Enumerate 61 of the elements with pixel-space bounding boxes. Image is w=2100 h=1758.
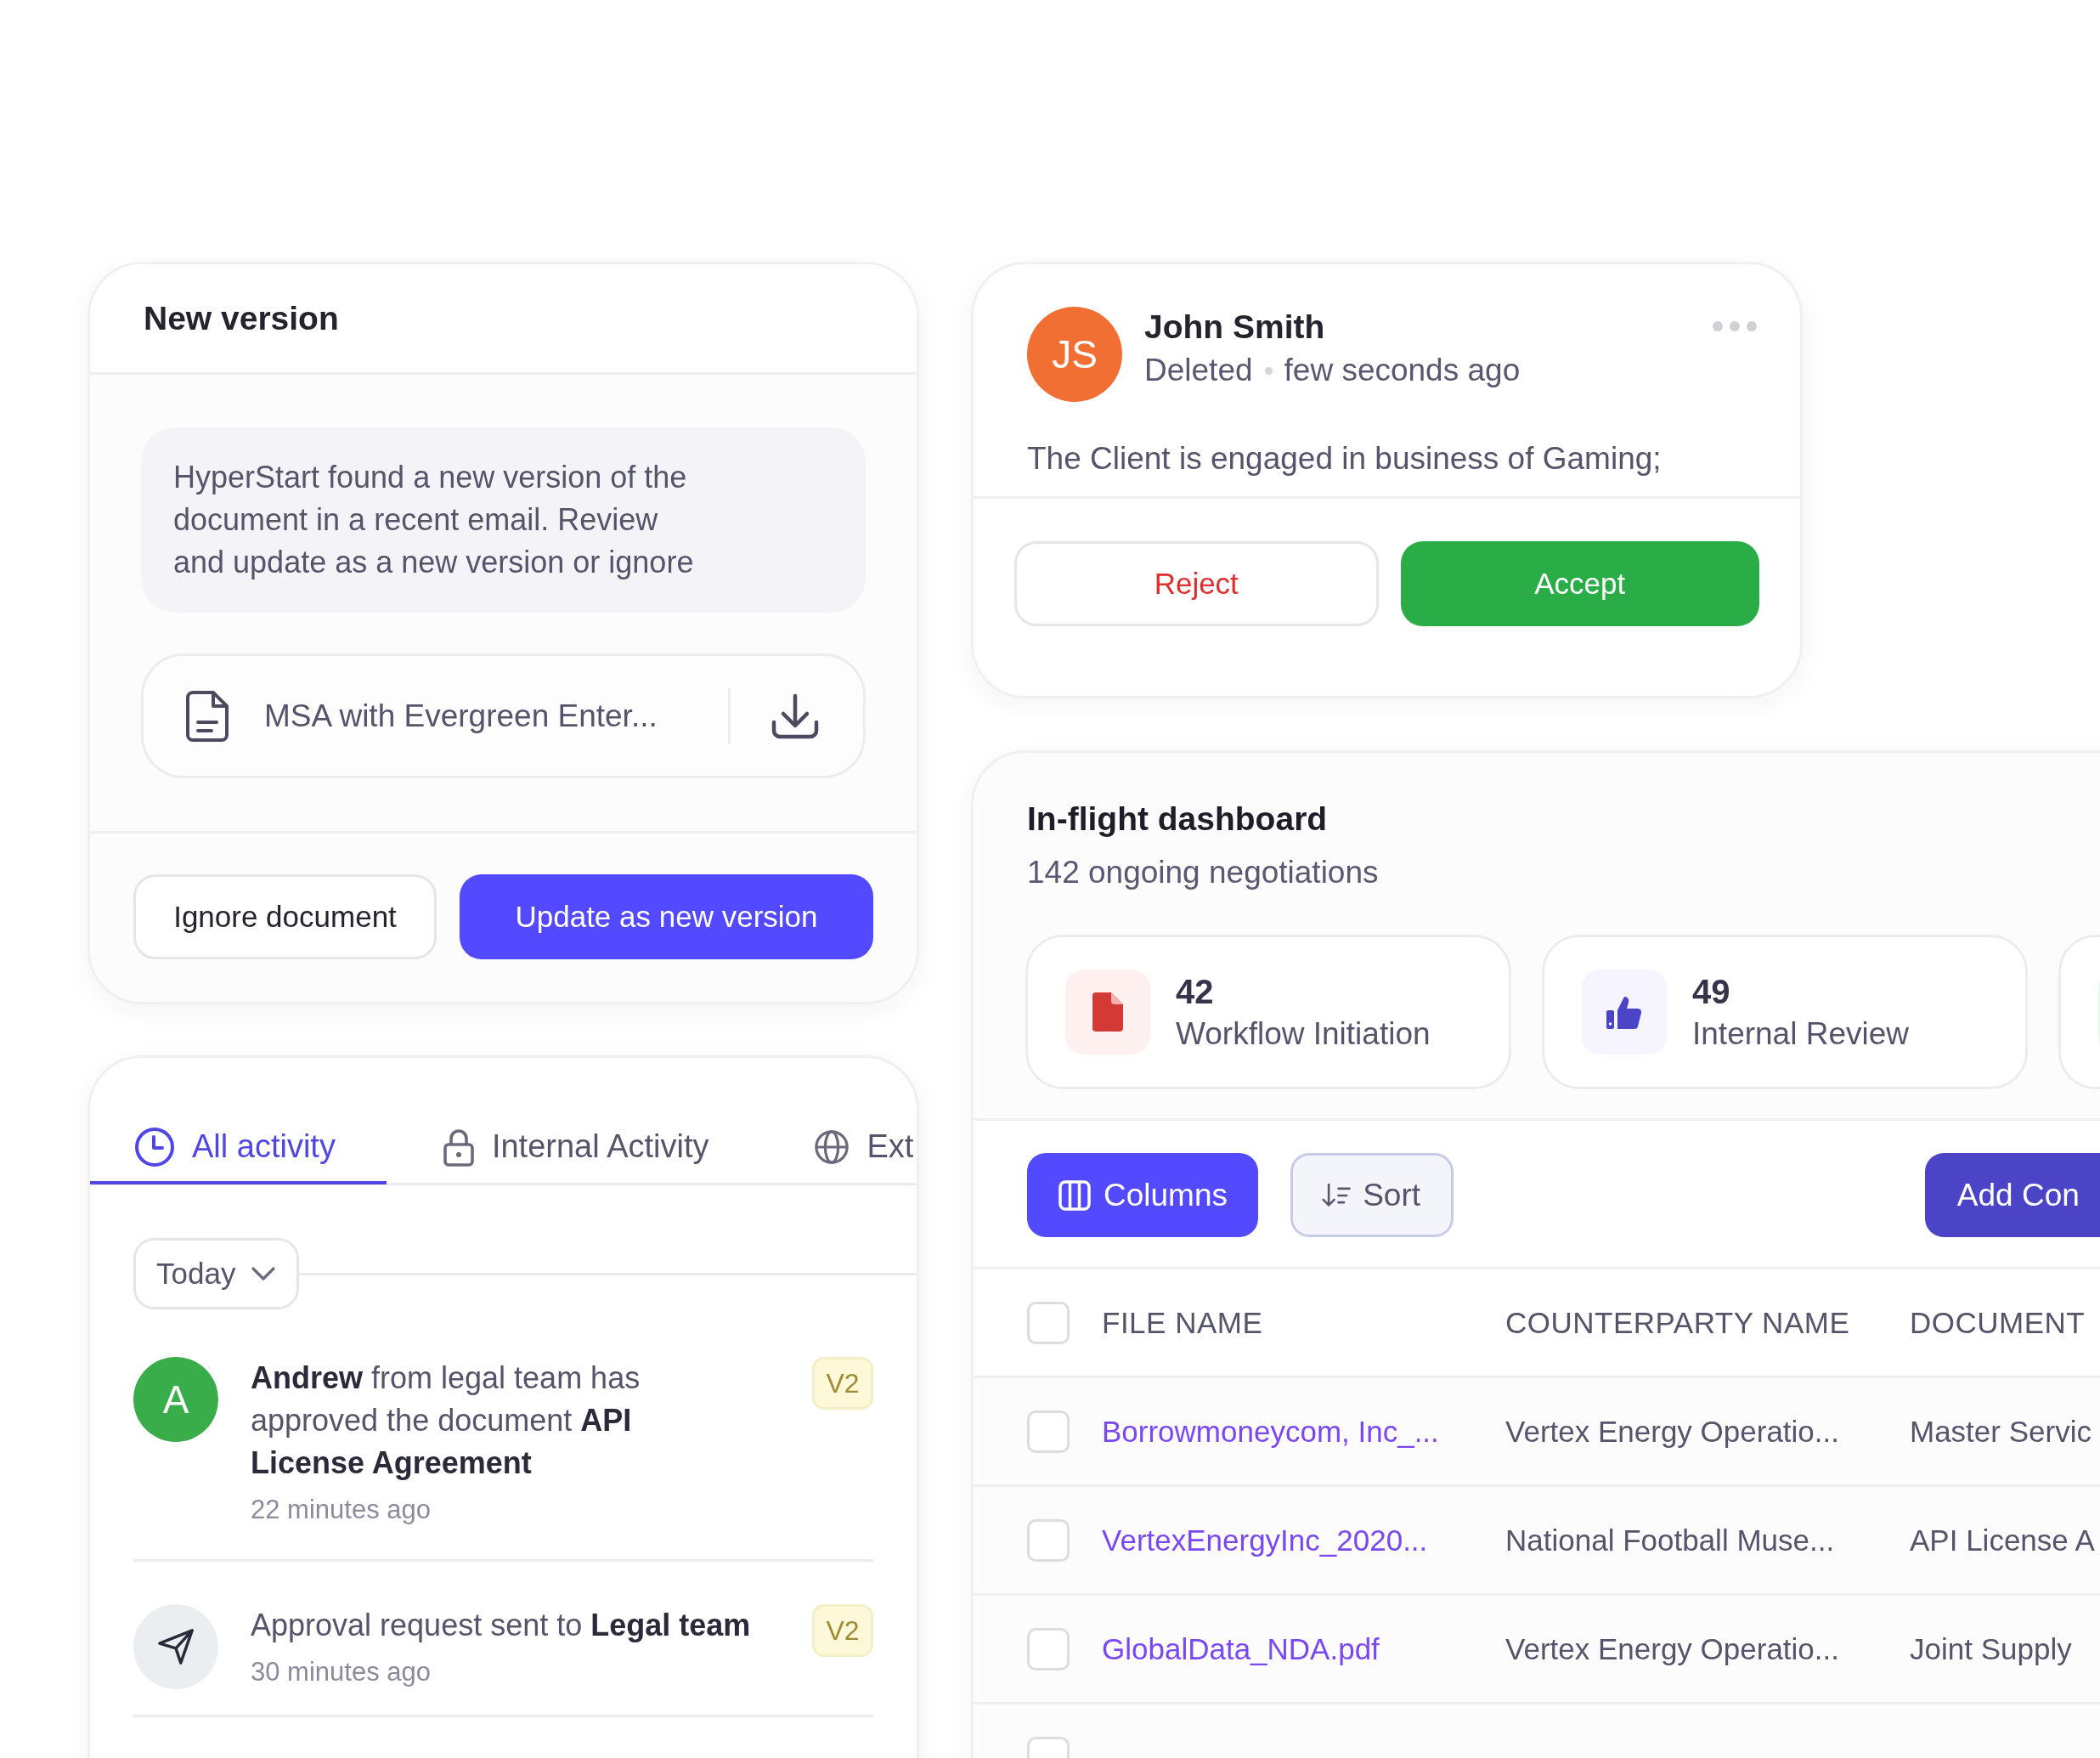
add-button[interactable]: Add Con xyxy=(1924,1153,2100,1237)
column-header[interactable]: FILE NAME xyxy=(1102,1305,1473,1340)
table-cell-text: API License A xyxy=(1910,1523,2096,1557)
stat-card[interactable]: 49 Internal Review xyxy=(1542,935,2028,1089)
columns-button[interactable]: Columns xyxy=(1027,1153,1258,1237)
table-cell-text: Vertex Energy Operatio... xyxy=(1505,1631,1840,1666)
document-icon xyxy=(1065,969,1150,1054)
row-checkbox[interactable] xyxy=(1027,1627,1070,1670)
avatar: A xyxy=(133,1357,218,1442)
stat-label: Internal Review xyxy=(1692,1015,1909,1052)
dashboard-title: In-flight dashboard xyxy=(1027,800,1329,838)
stat-card[interactable]: 42 Workflow Initiation xyxy=(1025,935,1511,1089)
clock-icon xyxy=(134,1126,175,1167)
timestamp: few seconds ago xyxy=(1284,353,1521,388)
activity-tab[interactable]: All activity xyxy=(90,1112,387,1184)
stat-value: 42 xyxy=(1176,972,1215,1011)
download-icon[interactable] xyxy=(771,692,819,739)
dashboard-subtitle: 142 ongoing negotiations xyxy=(1027,855,1380,890)
row-checkbox[interactable] xyxy=(1027,1410,1070,1453)
version-badge: V2 xyxy=(812,1604,873,1657)
activity-tab[interactable]: Internal Activity xyxy=(386,1112,759,1184)
table-cell-text: National Football Muse... xyxy=(1505,1523,1836,1557)
file-name: MSA with Evergreen Enter... xyxy=(264,698,658,734)
stat-label: Workflow Initiation xyxy=(1176,1015,1431,1052)
activity-time: 22 minutes ago xyxy=(251,1495,432,1525)
column-header[interactable]: COUNTERPARTY NAME xyxy=(1505,1305,1877,1340)
date-dropdown[interactable]: Today xyxy=(133,1238,300,1309)
file-attachment[interactable]: MSA with Evergreen Enter... xyxy=(141,653,866,778)
separator-dot xyxy=(1264,366,1273,375)
row-checkbox[interactable] xyxy=(1027,1518,1070,1562)
file-link[interactable]: VertexEnergyInc_2020... xyxy=(1102,1523,1473,1557)
action-label: Deleted xyxy=(1144,353,1253,388)
version-badge: V2 xyxy=(812,1357,873,1410)
globe-icon xyxy=(814,1128,850,1165)
author-name: John Smith xyxy=(1144,308,1326,346)
message-box: HyperStart found a new version of the document in a recent email. Review and update as a new version or ignore xyxy=(141,427,866,613)
file-link[interactable]: GlobalData_NDA.pdf xyxy=(1102,1631,1473,1666)
sort-button[interactable]: Sort xyxy=(1290,1153,1454,1237)
update-button[interactable]: Update as new version xyxy=(460,874,873,959)
select-all-checkbox[interactable] xyxy=(1027,1301,1070,1344)
lock-icon xyxy=(442,1127,475,1167)
activity-tab[interactable]: Ext xyxy=(758,1112,917,1184)
table-cell-text: Joint Supply xyxy=(1910,1631,2073,1666)
activity-text: Approval request sent to Legal team xyxy=(251,1607,752,1644)
file-link[interactable]: Borrowmoneycom, Inc_... xyxy=(1102,1414,1473,1449)
table-cell-text: Vertex Energy Operatio... xyxy=(1505,1414,1840,1449)
more-icon[interactable] xyxy=(1712,320,1758,332)
activity-text: Andrew from legal team has approved the document API License Agreement xyxy=(251,1359,641,1482)
comment-text: The Client is engaged in business of Gaming; xyxy=(974,402,1800,499)
reject-button[interactable]: Reject xyxy=(1014,541,1379,626)
avatar: JS xyxy=(1027,307,1122,402)
document-icon xyxy=(186,689,230,743)
thumbs-up-icon xyxy=(1582,969,1667,1054)
ignore-button[interactable]: Ignore document xyxy=(133,874,437,959)
table-cell-text: Master Servic xyxy=(1910,1414,2092,1449)
chevron-down-icon xyxy=(251,1266,277,1281)
column-header[interactable]: DOCUMENT xyxy=(1910,1305,2100,1340)
card-title: New version xyxy=(144,299,339,337)
activity-time: 30 minutes ago xyxy=(251,1657,432,1687)
stat-value: 49 xyxy=(1692,972,1731,1011)
columns-icon xyxy=(1058,1178,1092,1213)
